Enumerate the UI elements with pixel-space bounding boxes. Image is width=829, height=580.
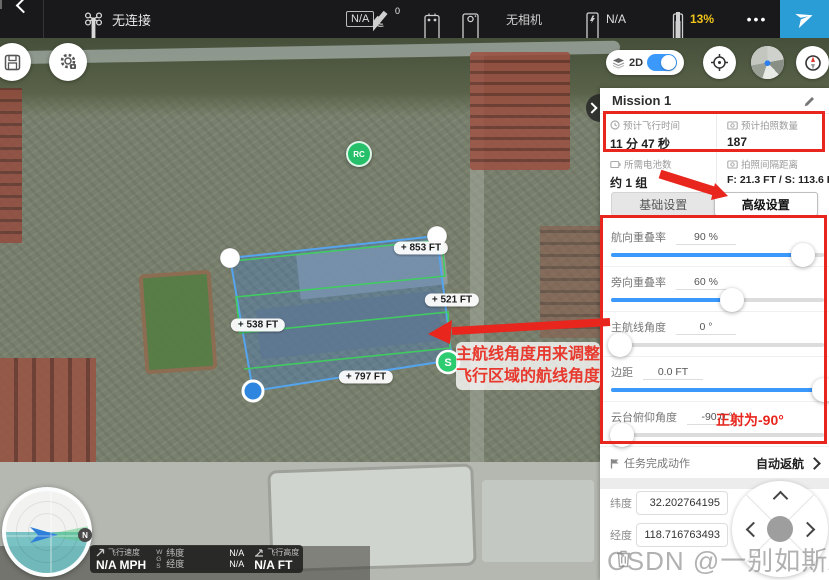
slider-thumb[interactable] <box>608 333 632 357</box>
margin-slider[interactable] <box>611 388 824 392</box>
map-sports-field <box>139 270 218 375</box>
interval-icon <box>727 160 738 169</box>
margin-value[interactable]: 0.0 FT <box>643 365 703 380</box>
course-overlap-value[interactable]: 90 % <box>676 230 736 245</box>
longitude-input[interactable] <box>636 523 728 547</box>
slider-thumb[interactable] <box>791 243 815 267</box>
nudge-center-button[interactable] <box>767 516 793 542</box>
locate-button[interactable] <box>703 46 736 79</box>
nudge-left-button[interactable] <box>746 522 762 538</box>
nudge-up-button[interactable] <box>773 491 789 507</box>
aircraft-arrow-icon <box>30 527 58 543</box>
telemetry-coords: WGS 纬度N/A 经度N/A <box>152 545 248 573</box>
side-overlap-value[interactable]: 60 % <box>676 275 736 290</box>
slider-row-gimbal-pitch: 云台俯仰角度 -90.0 ° 正射为-90° <box>600 402 829 447</box>
mission-title: Mission 1 <box>612 93 803 108</box>
nudge-dpad <box>732 481 828 577</box>
more-menu-button[interactable]: ••• <box>742 0 772 38</box>
map-red-roofs-left <box>0 88 22 243</box>
gear-icon <box>58 52 78 72</box>
compass-reset-button[interactable] <box>796 46 829 79</box>
minimap-button[interactable] <box>751 46 784 79</box>
photo-icon <box>727 121 738 130</box>
compass-icon <box>803 53 823 73</box>
tab-advanced-settings[interactable]: 高级设置 <box>714 192 819 216</box>
mission-panel: Mission 1 预计飞行时间 11 分 47 秒 预计拍照数量 187 所需… <box>600 88 829 580</box>
connection-status[interactable]: 无连接 <box>112 0 151 38</box>
map-white-building-2 <box>482 480 594 562</box>
course-overlap-slider[interactable] <box>611 253 824 257</box>
app-screen: S + 853 FT + 521 FT + 538 FT + 797 FT RC… <box>0 0 829 580</box>
compass-north-badge: N <box>78 528 92 542</box>
course-angle-value[interactable]: 0 ° <box>676 320 736 335</box>
takeoff-button[interactable] <box>780 0 829 38</box>
edge-length-label: + 797 FT <box>339 371 393 384</box>
mission-stats: 预计飞行时间 11 分 47 秒 预计拍照数量 187 所需电池数 约 1 组 … <box>600 114 829 192</box>
edit-pencil-icon[interactable] <box>803 94 817 108</box>
slider-row-side-overlap: 旁向重叠率 60 % <box>600 267 829 312</box>
gimbal-annotation: 正射为-90° <box>716 410 784 430</box>
tab-basic-settings[interactable]: 基础设置 <box>612 193 715 215</box>
finish-action-value: 自动返航 <box>756 455 804 472</box>
side-overlap-slider[interactable] <box>611 298 824 302</box>
stat-batteries: 所需电池数 约 1 组 <box>600 153 716 192</box>
2d-3d-toggle[interactable] <box>647 54 677 71</box>
edge-length-label: + 538 FT <box>231 319 285 332</box>
map-mode-label: 2D <box>629 57 643 69</box>
rc-battery-value: N/A <box>606 0 626 38</box>
battery-icon <box>610 160 621 169</box>
telemetry-altitude: 飞行高度 N/A FT <box>248 545 305 573</box>
flag-icon <box>610 458 620 469</box>
slider-thumb[interactable] <box>812 378 829 402</box>
telemetry-bar: 飞行速度 N/A MPH WGS 纬度N/A 经度N/A 飞行高度 N/A FT <box>90 545 303 573</box>
chevron-right-icon <box>808 457 821 470</box>
layers-icon <box>612 57 625 69</box>
rc-location-marker: RC <box>346 141 372 167</box>
trash-icon[interactable] <box>615 549 632 573</box>
map-red-roofs-right <box>540 226 602 338</box>
crosshair-icon <box>710 53 729 72</box>
latitude-input[interactable] <box>636 491 728 515</box>
edge-length-label: + 853 FT <box>394 242 448 255</box>
back-button[interactable] <box>8 0 38 38</box>
stat-flight-time: 预计飞行时间 11 分 47 秒 <box>600 114 716 153</box>
collapse-chevron-icon <box>586 102 597 113</box>
finish-action-row[interactable]: 任务完成动作 自动返航 <box>600 448 829 478</box>
back-chevron-icon <box>15 0 31 13</box>
slider-thumb[interactable] <box>720 288 744 312</box>
slider-thumb[interactable] <box>610 423 634 447</box>
gimbal-pitch-slider[interactable] <box>611 433 824 437</box>
advanced-settings-list: 航向重叠率 90 % 旁向重叠率 60 % 主航线角度 0 ° 边距 0.0 F… <box>600 222 829 447</box>
altitude-icon <box>254 548 264 557</box>
edge-length-label: + 521 FT <box>425 294 479 307</box>
clock-icon <box>610 120 620 130</box>
minimap-thumbnail <box>751 46 784 79</box>
stat-photo-interval: 拍照间隔距离 F: 21.3 FT / S: 113.6 FT <box>716 153 829 192</box>
slider-row-margin: 边距 0.0 FT <box>600 357 829 402</box>
map-red-roofs-bottomleft <box>0 358 96 476</box>
slider-row-course-overlap: 航向重叠率 90 % <box>600 222 829 267</box>
stat-photo-count: 预计拍照数量 187 <box>716 114 829 153</box>
speed-arrow-icon <box>96 548 105 557</box>
airplane-icon <box>794 0 816 38</box>
wgs-label: WGS <box>156 549 163 570</box>
panel-header: Mission 1 <box>600 88 829 114</box>
settings-tabs: 基础设置 高级设置 <box>611 192 818 216</box>
topbar-divider <box>43 0 44 38</box>
nudge-right-button[interactable] <box>800 522 816 538</box>
telemetry-speed: 飞行速度 N/A MPH <box>90 545 152 573</box>
map-red-roofs-topright <box>470 52 570 170</box>
camera-status: 无相机 <box>506 0 542 38</box>
map-mode-pill: 2D <box>606 50 684 75</box>
gps-mode-badge[interactable]: N/A <box>346 0 374 38</box>
annotation-note-box: 主航线角度用来调整飞行区域的航线角度 <box>456 342 600 390</box>
battery-percent: 13% <box>690 0 714 38</box>
satellite-count: 0 <box>395 0 400 30</box>
mission-settings-button[interactable] <box>49 43 87 81</box>
save-icon <box>4 54 21 71</box>
slider-row-course-angle: 主航线角度 0 ° <box>600 312 829 357</box>
top-status-bar: 无连接 N/A 0 无相机 N/A <box>0 0 829 38</box>
course-angle-slider[interactable] <box>611 343 824 347</box>
